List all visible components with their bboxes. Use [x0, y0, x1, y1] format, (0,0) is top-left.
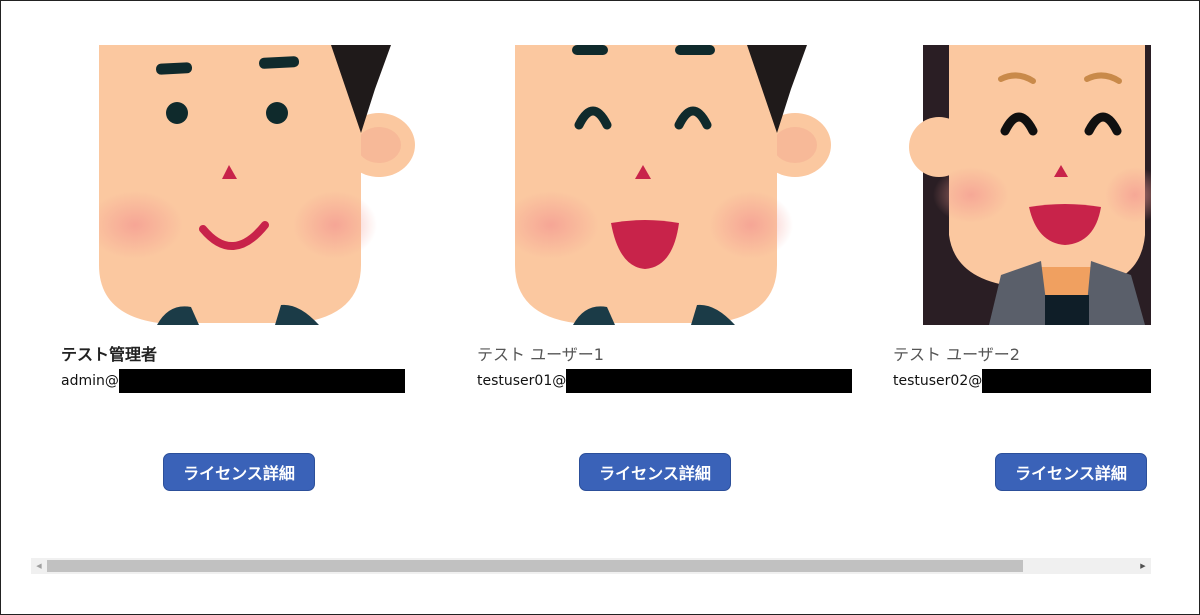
email-redaction: [982, 369, 1151, 393]
scroll-right-arrow-icon[interactable]: ▶: [1135, 558, 1151, 574]
scroll-thumb[interactable]: [47, 560, 1023, 572]
horizontal-scrollbar[interactable]: ◀ ▶: [31, 558, 1151, 574]
user-email: admin@: [61, 369, 405, 393]
user-name: テスト ユーザー1: [477, 345, 604, 364]
user-name: テスト ユーザー2: [893, 345, 1020, 364]
email-redaction: [118, 369, 405, 393]
user-card-testuser02: テスト ユーザー2 testuser02@ ライセンス詳細: [893, 45, 1151, 505]
user-name: テスト管理者: [61, 345, 158, 364]
license-details-button[interactable]: ライセンス詳細: [163, 453, 315, 491]
user-email: testuser02@: [893, 369, 1151, 393]
user-email: testuser01@: [477, 369, 853, 393]
license-details-button[interactable]: ライセンス詳細: [995, 453, 1147, 491]
user-card-carousel[interactable]: テスト管理者 admin@ ライセンス詳細 テスト ユーザー1 testuser…: [31, 1, 1151, 561]
email-redaction: [566, 369, 853, 393]
user-card-admin: テスト管理者 admin@ ライセンス詳細: [61, 45, 441, 505]
laughing-man-avatar-icon: [515, 45, 835, 325]
email-prefix: testuser02@: [893, 373, 983, 389]
user-card-testuser01: テスト ユーザー1 testuser01@ ライセンス詳細: [477, 45, 857, 505]
email-prefix: testuser01@: [477, 373, 567, 389]
scroll-left-arrow-icon[interactable]: ◀: [31, 558, 47, 574]
app-window: テスト管理者 admin@ ライセンス詳細 テスト ユーザー1 testuser…: [0, 0, 1200, 615]
laughing-woman-avatar-icon: [909, 45, 1151, 325]
email-prefix: admin@: [61, 373, 119, 389]
user-card-track: テスト管理者 admin@ ライセンス詳細 テスト ユーザー1 testuser…: [31, 1, 1151, 561]
smiling-man-avatar-icon: [99, 45, 419, 325]
license-details-button[interactable]: ライセンス詳細: [579, 453, 731, 491]
